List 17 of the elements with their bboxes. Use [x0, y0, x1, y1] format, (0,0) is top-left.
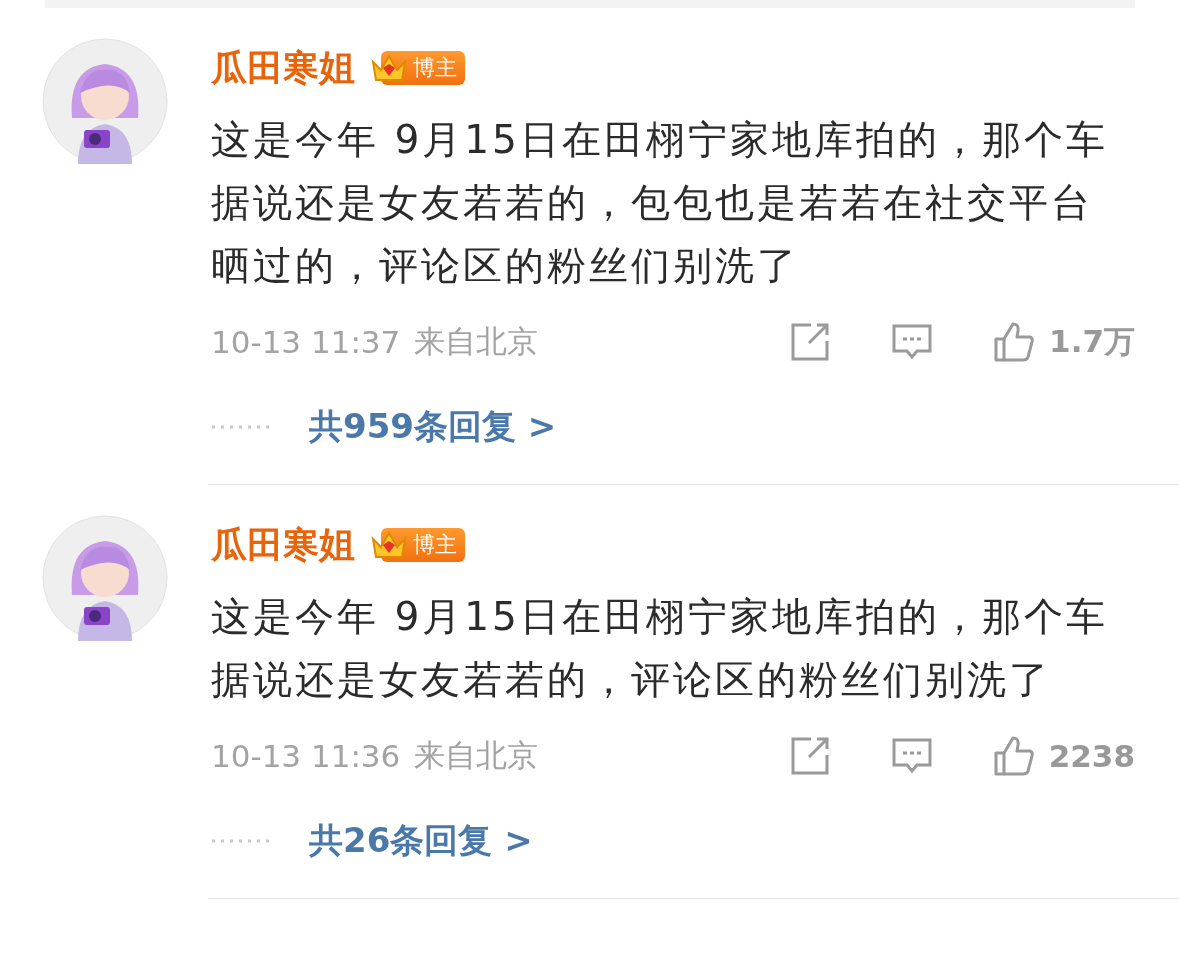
location: 来自北京 — [414, 322, 539, 361]
view-replies-link[interactable]: 共26条回复 > — [309, 818, 533, 864]
comment-text: 这是今年 9月15日在田栩宁家地库拍的，那个车据说还是女友若若的，包包也是若若在社交平台晒过的，评论区的粉丝们别洗了 — [211, 116, 1109, 290]
share-icon[interactable] — [789, 321, 832, 363]
dotted-line — [211, 424, 271, 430]
comment-text: 这是今年 9月15日在田栩宁家地库拍的，那个车据说还是女友若若的，评论区的粉丝们别洗了 — [211, 593, 1109, 704]
timestamp: 10-13 11:36 — [211, 738, 401, 774]
username[interactable]: 瓜田寒姐 — [211, 520, 355, 570]
thumbs-up-icon[interactable] — [993, 321, 1036, 363]
like-count: 1.7万 — [1049, 322, 1135, 361]
username[interactable]: 瓜田寒姐 — [211, 43, 355, 93]
thumbs-up-icon[interactable] — [992, 735, 1035, 777]
timestamp: 10-13 11:37 — [211, 324, 401, 360]
view-replies-link[interactable]: 共959条回复 > — [309, 404, 557, 450]
location: 来自北京 — [414, 736, 539, 775]
dotted-line — [211, 838, 271, 844]
like-count: 2238 — [1048, 738, 1135, 774]
